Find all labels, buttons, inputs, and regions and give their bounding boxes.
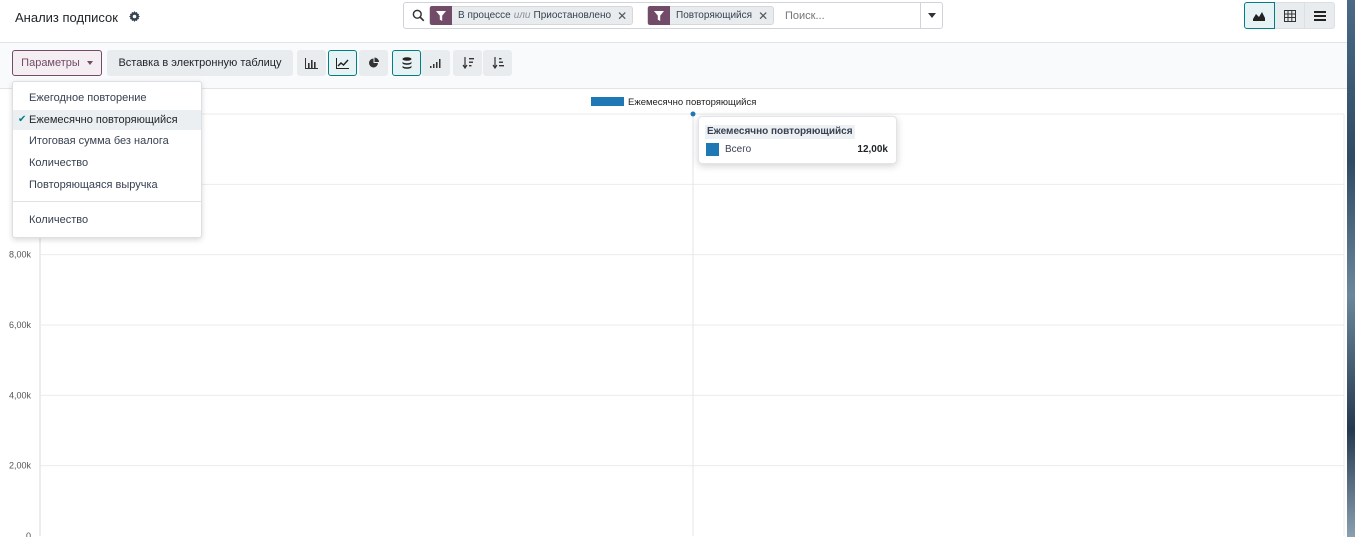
caret-down-icon [86,61,93,65]
sort-descending-icon [462,57,474,69]
chevron-down-icon [927,13,936,18]
line-chart-button[interactable] [328,50,357,76]
area-chart-icon [1253,12,1265,21]
parameters-menu: Ежегодное повторение ✔ Ежемесячно повтор… [12,81,202,238]
filter-icon [430,6,452,25]
pie-chart-button[interactable] [359,50,388,76]
menu-item-untaxed-total[interactable]: Итоговая сумма без налога [13,131,201,151]
menu-item-count[interactable]: Количество [13,210,201,230]
check-icon: ✔ [18,114,27,125]
pie-chart-icon [368,57,379,68]
remove-facet-icon[interactable]: ✕ [617,9,632,23]
parameters-label: Параметры [21,57,80,69]
bar-chart-button[interactable] [297,50,326,76]
table-icon [1283,9,1296,22]
bar-chart-icon [305,57,318,69]
parameters-dropdown-button[interactable]: Параметры [12,50,102,76]
search-icon [412,9,425,22]
pivot-view-button[interactable] [1274,2,1305,29]
database-icon [402,57,411,69]
menu-divider [13,201,201,202]
legend-label: Ежемесячно повторяющийся [628,97,756,108]
filter-facet-status: В процессе или Приостановлено ✕ [429,6,634,25]
sort-descending-button[interactable] [453,50,482,76]
sort-ascending-button[interactable] [483,50,512,76]
filter-icon [648,6,670,25]
remove-facet-icon[interactable]: ✕ [758,9,773,23]
search-input[interactable] [785,8,915,24]
cumulative-button[interactable] [421,50,450,76]
tooltip-label: Всего [725,144,752,155]
tooltip-value: 12,00k [857,144,888,155]
menu-item-yearly-recurring[interactable]: Ежегодное повторение [13,88,201,108]
y-tick-label: 6,00k [9,320,32,330]
tooltip-swatch [706,143,719,156]
view-switcher [1244,2,1335,29]
list-view-button[interactable] [1304,2,1335,29]
signal-bars-icon [429,59,440,68]
stacked-button[interactable] [392,50,421,76]
gear-icon[interactable] [129,11,140,22]
y-tick-label: 8,00k [9,250,32,260]
data-point [690,111,696,117]
search-bar[interactable]: В процессе или Приостановлено ✕ Повторяющи… [403,2,943,29]
facet-label: Повторяющийся [676,10,753,21]
line-chart: 02,00k4,00k6,00k8,00k1012Ежемесячно повт… [9,97,1345,537]
legend-swatch [591,97,624,106]
search-options-toggle[interactable] [920,3,942,28]
line-chart-icon [336,57,349,69]
tooltip-title: Ежемесячно повторяющийся [705,125,855,139]
y-tick-label: 4,00k [9,390,32,400]
y-tick-label: 2,00k [9,461,32,471]
control-panel-header: Анализ подписок В процессе или Приостановл… [0,0,1347,43]
graph-toolbar: Параметры Вставка в электронную таблицу [0,43,1347,89]
menu-item-recurring-revenue[interactable]: Повторяющаяся выручка [13,175,201,195]
menu-item-quantity[interactable]: Количество [13,153,201,173]
sort-ascending-icon [492,57,504,69]
page-title: Анализ подписок [15,10,118,25]
list-icon [1313,10,1326,21]
menu-item-monthly-recurring[interactable]: ✔ Ежемесячно повторяющийся [13,110,201,130]
facet-label: В процессе или Приостановлено [458,10,612,21]
background-edge-strip [1347,0,1355,537]
insert-spreadsheet-button[interactable]: Вставка в электронную таблицу [107,50,293,76]
filter-facet-recurring: Повторяющийся ✕ [647,6,775,25]
y-tick-label: 0 [26,531,31,537]
graph-view-button[interactable] [1244,2,1275,29]
chart-tooltip: Ежемесячно повторяющийся Всего 12,00k [698,116,897,164]
